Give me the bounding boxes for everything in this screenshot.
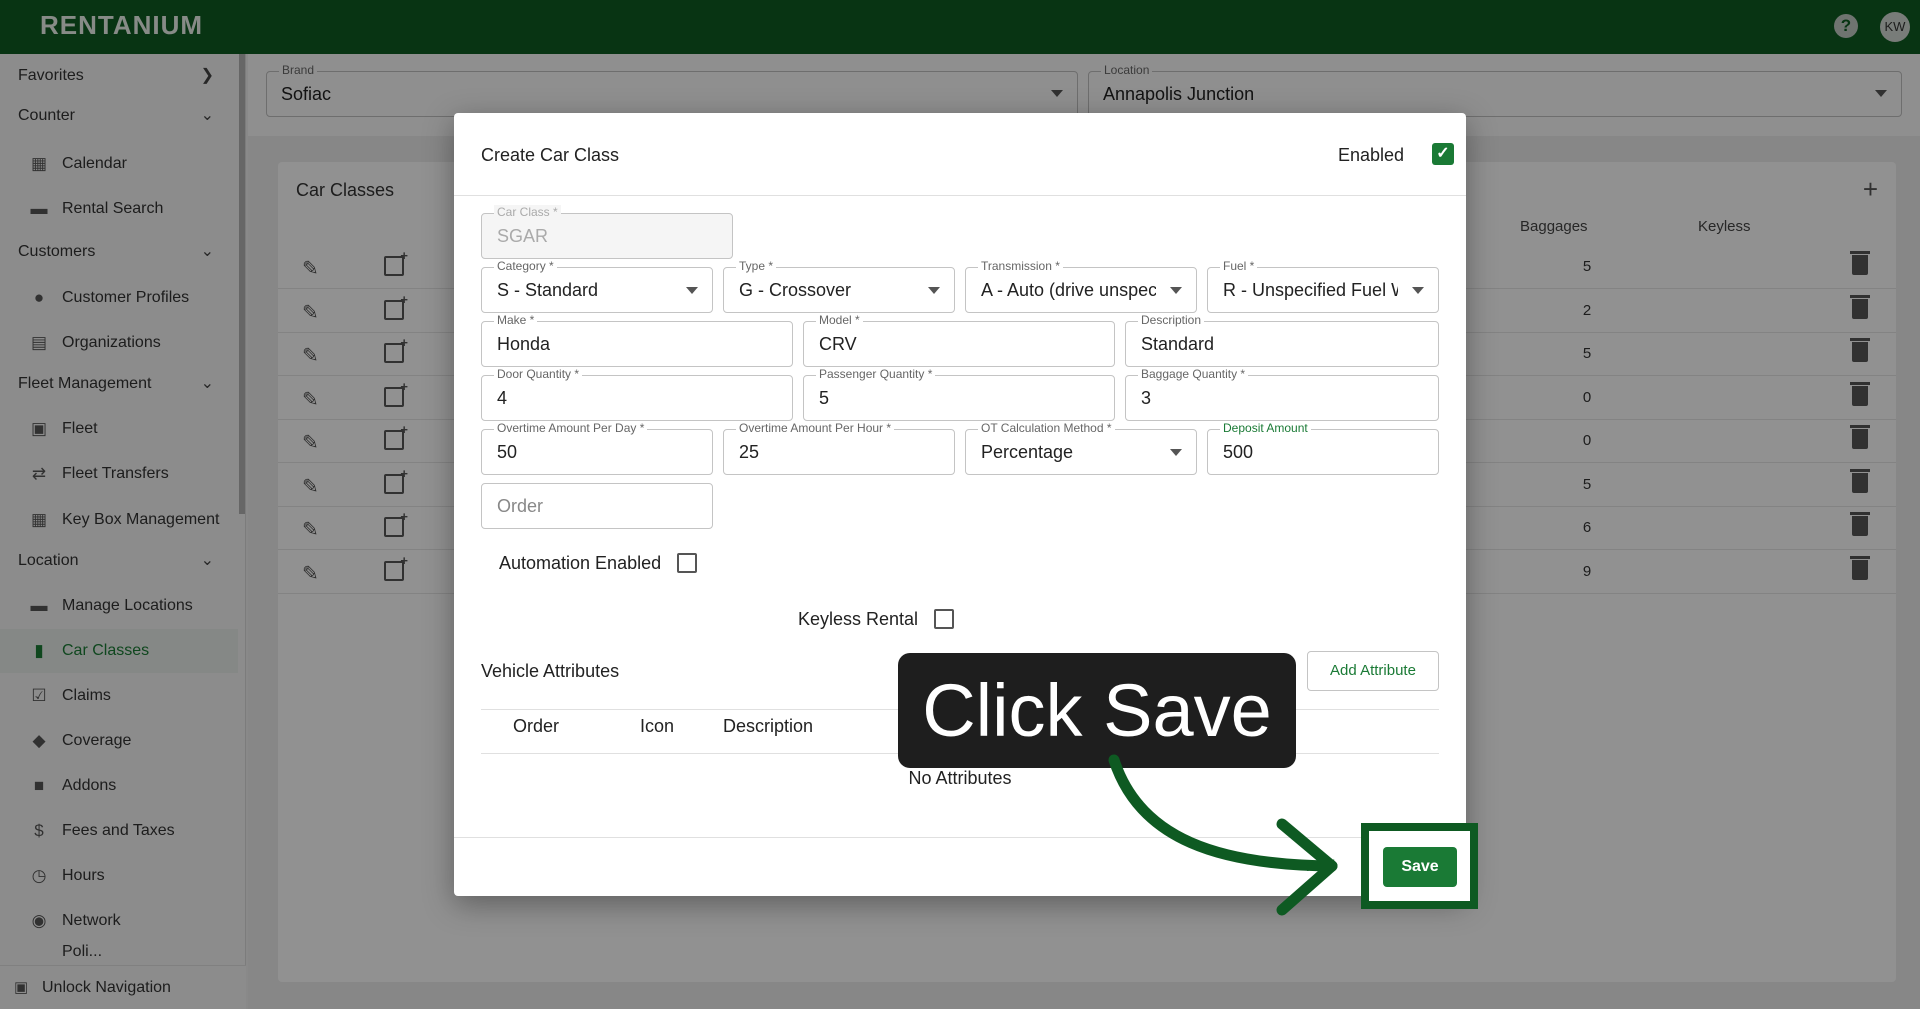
transmission-select[interactable]: Transmission * A - Auto (drive unspec (965, 259, 1197, 313)
dropdown-arrow-icon (1412, 287, 1424, 294)
overtime-per-hour-field[interactable]: Overtime Amount Per Hour * 25 (723, 421, 955, 475)
field-value: CRV (819, 334, 857, 354)
curved-arrow-icon (1108, 754, 1338, 916)
passenger-quantity-field[interactable]: Passenger Quantity * 5 (803, 367, 1115, 421)
deposit-amount-field[interactable]: Deposit Amount 500 (1207, 421, 1439, 475)
automation-enabled-checkbox[interactable] (677, 553, 697, 573)
dropdown-arrow-icon (686, 287, 698, 294)
door-quantity-field[interactable]: Door Quantity * 4 (481, 367, 793, 421)
vehicle-attributes-title: Vehicle Attributes (481, 661, 620, 681)
add-attribute-button[interactable]: Add Attribute (1307, 651, 1439, 691)
column-header-icon[interactable]: Icon (640, 716, 674, 737)
field-label: Overtime Amount Per Hour * (736, 421, 895, 435)
field-label: OT Calculation Method * (978, 421, 1115, 435)
field-value: 25 (739, 442, 760, 462)
field-label: Model * (816, 313, 863, 327)
fuel-select[interactable]: Fuel * R - Unspecified Fuel W (1207, 259, 1439, 313)
column-header-description[interactable]: Description (723, 716, 813, 737)
description-field[interactable]: Description Standard (1125, 313, 1439, 367)
divider (454, 195, 1466, 196)
field-label: Description (1138, 313, 1205, 327)
enabled-label: Enabled (1337, 145, 1404, 165)
dropdown-arrow-icon (928, 287, 940, 294)
model-field[interactable]: Model * CRV (803, 313, 1115, 367)
field-value: Standard (1141, 334, 1215, 354)
field-value: A - Auto (drive unspec (981, 280, 1156, 300)
field-value: 3 (1141, 388, 1152, 408)
field-value: SGAR (497, 226, 549, 246)
field-label: Passenger Quantity * (816, 367, 936, 381)
ot-calculation-method-select[interactable]: OT Calculation Method * Percentage (965, 421, 1197, 475)
field-label: Transmission * (978, 259, 1063, 273)
order-placeholder: Order (497, 496, 544, 516)
dropdown-arrow-icon (1170, 449, 1182, 456)
field-label: Overtime Amount Per Day * (494, 421, 648, 435)
column-header-order[interactable]: Order (513, 716, 559, 737)
field-label: Fuel * (1220, 259, 1258, 273)
field-value: S - Standard (497, 280, 599, 300)
field-value: G - Crossover (739, 280, 852, 300)
field-value: Honda (497, 334, 551, 354)
baggage-quantity-field[interactable]: Baggage Quantity * 3 (1125, 367, 1439, 421)
field-value: 4 (497, 388, 508, 408)
field-value: R - Unspecified Fuel W (1223, 280, 1398, 300)
field-value: 500 (1223, 442, 1254, 462)
type-select[interactable]: Type * G - Crossover (723, 259, 955, 313)
field-label: Type * (736, 259, 777, 273)
field-label: Baggage Quantity * (1138, 367, 1249, 381)
field-value: Percentage (981, 442, 1074, 462)
keyless-rental-label: Keyless Rental (798, 609, 919, 629)
overtime-per-day-field[interactable]: Overtime Amount Per Day * 50 (481, 421, 713, 475)
car-class-field: Car Class * SGAR (481, 205, 733, 259)
keyless-rental-checkbox[interactable] (934, 609, 954, 629)
order-field[interactable]: Order (481, 483, 713, 529)
make-field[interactable]: Make * Honda (481, 313, 793, 367)
enabled-checkbox[interactable]: ✓ (1432, 143, 1454, 165)
automation-enabled-label: Automation Enabled (499, 553, 662, 573)
dialog-title: Create Car Class (481, 145, 620, 165)
save-button[interactable]: Save (1383, 847, 1457, 887)
dropdown-arrow-icon (1170, 287, 1182, 294)
field-label: Category * (494, 259, 557, 273)
field-label: Door Quantity * (494, 367, 583, 381)
field-label: Car Class * (494, 205, 561, 219)
field-value: 50 (497, 442, 518, 462)
category-select[interactable]: Category * S - Standard (481, 259, 713, 313)
field-label: Make * (494, 313, 538, 327)
field-value: 5 (819, 388, 830, 408)
field-label: Deposit Amount (1220, 421, 1311, 435)
